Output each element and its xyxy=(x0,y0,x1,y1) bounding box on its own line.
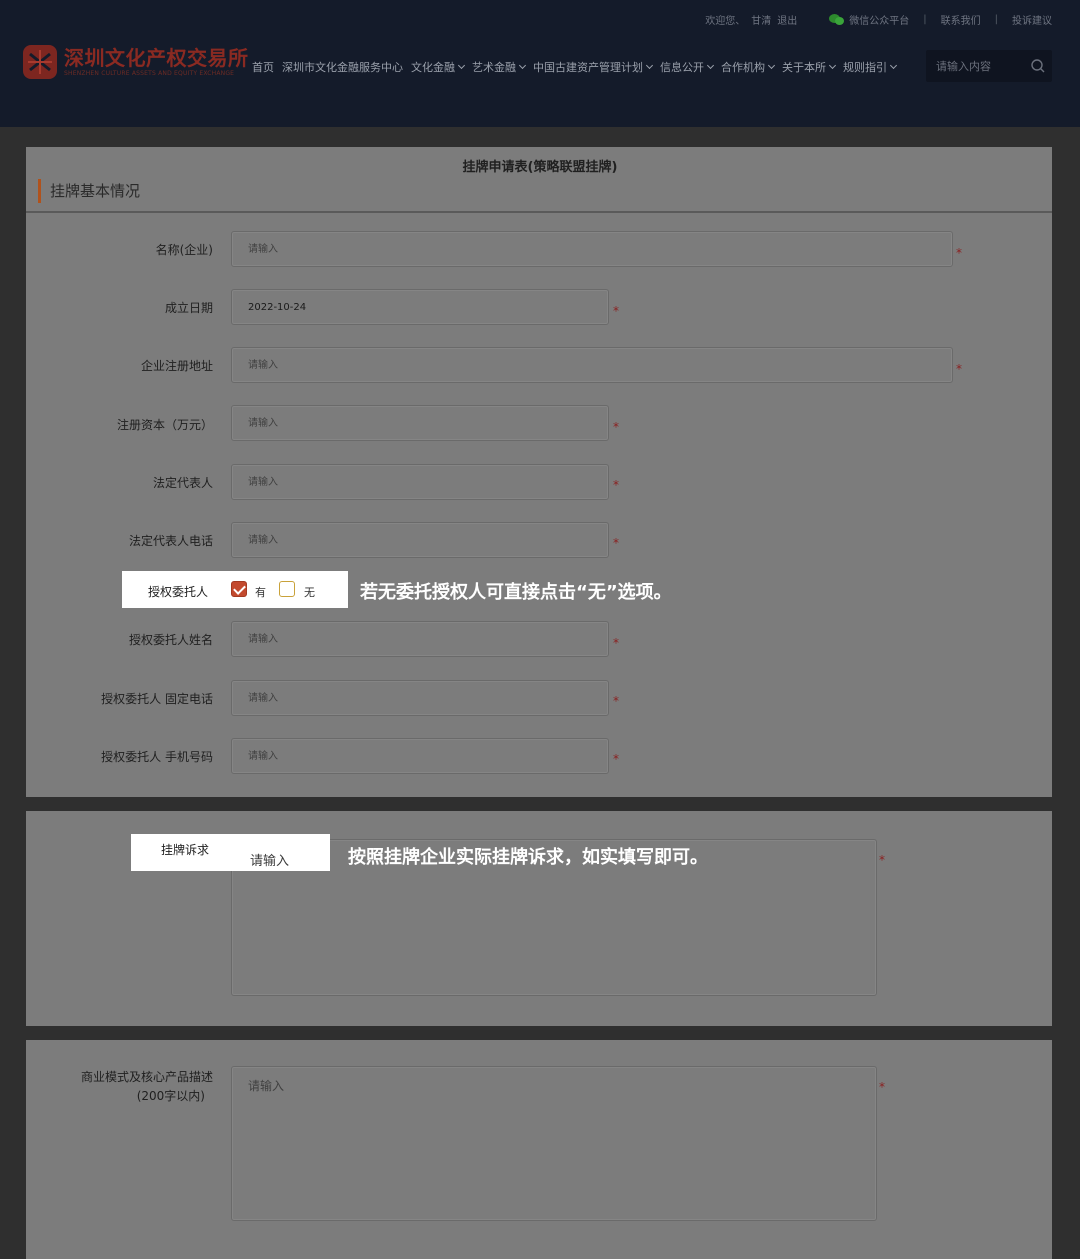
site-logo[interactable]: 深圳文化产权交易所 SHENZHEN CULTURE ASSETS AND EQ… xyxy=(22,44,249,80)
top-bar: 欢迎您、 甘清 退出 微信公众平台 | 联系我们 | 投诉建议 xyxy=(705,12,1052,27)
chevron-down-icon xyxy=(518,61,527,70)
reg-address-label: 企业注册地址 xyxy=(140,359,213,373)
authorized-yes-label[interactable]: 有 xyxy=(255,584,266,600)
wechat-link[interactable]: 微信公众平台 xyxy=(849,12,909,27)
page-title: 挂牌申请表(策略联盟挂牌) xyxy=(462,160,618,175)
agent-name-input[interactable] xyxy=(231,621,609,657)
nav-item-ancient-building[interactable]: 中国古建资产管理计划 xyxy=(533,59,654,75)
authorized-no-checkbox[interactable] xyxy=(279,581,295,597)
contact-link[interactable]: 联系我们 xyxy=(941,12,981,27)
username-link[interactable]: 甘清 xyxy=(751,12,771,27)
logout-link[interactable]: 退出 xyxy=(777,12,797,27)
agent-mobile-input[interactable] xyxy=(231,738,609,774)
founded-date-label: 成立日期 xyxy=(164,301,213,315)
chevron-down-icon xyxy=(889,61,898,70)
search-icon[interactable] xyxy=(1030,58,1046,74)
required-mark: * xyxy=(613,536,619,550)
required-mark: * xyxy=(613,304,619,318)
required-mark: * xyxy=(613,752,619,766)
required-mark: * xyxy=(613,636,619,650)
listing-demand-tip: 按照挂牌企业实际挂牌诉求，如实填写即可。 xyxy=(348,847,708,868)
reg-capital-label: 注册资本（万元） xyxy=(116,418,213,432)
complaint-link[interactable]: 投诉建议 xyxy=(1012,12,1052,27)
business-desc-label: 商业模式及核心产品描述 xyxy=(80,1070,213,1084)
main-nav: 首页 深圳市文化金融服务中心 文化金融 艺术金融 中国古建资产管理计划 信息公开… xyxy=(252,59,904,75)
required-mark: * xyxy=(613,694,619,708)
chevron-down-icon xyxy=(767,61,776,70)
listing-demand-label: 挂牌诉求 xyxy=(161,843,210,857)
authorized-yes-checkbox[interactable] xyxy=(231,581,247,597)
nav-item-finance-center[interactable]: 深圳市文化金融服务中心 xyxy=(282,59,403,75)
agent-name-label: 授权委托人姓名 xyxy=(128,633,213,647)
required-mark: * xyxy=(879,853,885,867)
chevron-down-icon xyxy=(706,61,715,70)
wechat-icon xyxy=(829,13,845,26)
agent-mobile-label: 授权委托人 手机号码 xyxy=(101,750,213,764)
required-mark: * xyxy=(956,246,962,260)
legal-rep-label: 法定代表人 xyxy=(152,476,213,490)
logo-name-en: SHENZHEN CULTURE ASSETS AND EQUITY EXCHA… xyxy=(64,70,235,77)
divider: | xyxy=(994,14,998,25)
agent-tel-input[interactable] xyxy=(231,680,609,716)
reg-capital-input[interactable] xyxy=(231,405,609,441)
logo-name-cn: 深圳文化产权交易所 xyxy=(64,46,249,70)
nav-item-disclosure[interactable]: 信息公开 xyxy=(660,59,715,75)
site-header: 欢迎您、 甘清 退出 微信公众平台 | 联系我们 | 投诉建议 深圳文化产权交易… xyxy=(0,0,1080,127)
business-desc-sublabel: (200字以内) xyxy=(136,1089,205,1103)
nav-item-about[interactable]: 关于本所 xyxy=(782,59,837,75)
welcome-text: 欢迎您、 xyxy=(705,16,746,27)
nav-item-culture-finance[interactable]: 文化金融 xyxy=(411,59,466,75)
nav-item-rules[interactable]: 规则指引 xyxy=(843,59,898,75)
divider: | xyxy=(923,14,927,25)
search-input[interactable] xyxy=(926,50,1022,82)
nav-item-home[interactable]: 首页 xyxy=(252,59,274,75)
reg-address-input[interactable] xyxy=(231,347,953,383)
required-mark: * xyxy=(956,362,962,376)
company-name-label: 名称(企业) xyxy=(155,243,213,257)
authorized-no-label[interactable]: 无 xyxy=(304,584,315,600)
logo-emblem-icon xyxy=(22,44,58,80)
authorized-agent-label: 授权委托人 xyxy=(148,585,209,599)
legal-rep-input[interactable] xyxy=(231,464,609,500)
founded-date-input[interactable] xyxy=(231,289,609,325)
chevron-down-icon xyxy=(457,61,466,70)
nav-item-partners[interactable]: 合作机构 xyxy=(721,59,776,75)
nav-item-art-finance[interactable]: 艺术金融 xyxy=(472,59,527,75)
required-mark: * xyxy=(613,420,619,434)
section-divider xyxy=(26,211,1052,213)
section-title: 挂牌基本情况 xyxy=(38,179,140,203)
authorized-tip: 若无委托授权人可直接点击“无”选项。 xyxy=(360,582,672,603)
legal-rep-phone-input[interactable] xyxy=(231,522,609,558)
chevron-down-icon xyxy=(828,61,837,70)
required-mark: * xyxy=(879,1080,885,1094)
legal-rep-phone-label: 法定代表人电话 xyxy=(128,534,213,548)
company-name-input[interactable] xyxy=(231,231,953,267)
site-search xyxy=(926,50,1052,82)
business-desc-textarea[interactable] xyxy=(231,1066,877,1221)
listing-demand-placeholder[interactable]: 请输入 xyxy=(250,850,289,869)
required-mark: * xyxy=(613,478,619,492)
agent-tel-label: 授权委托人 固定电话 xyxy=(101,692,213,706)
chevron-down-icon xyxy=(645,61,654,70)
